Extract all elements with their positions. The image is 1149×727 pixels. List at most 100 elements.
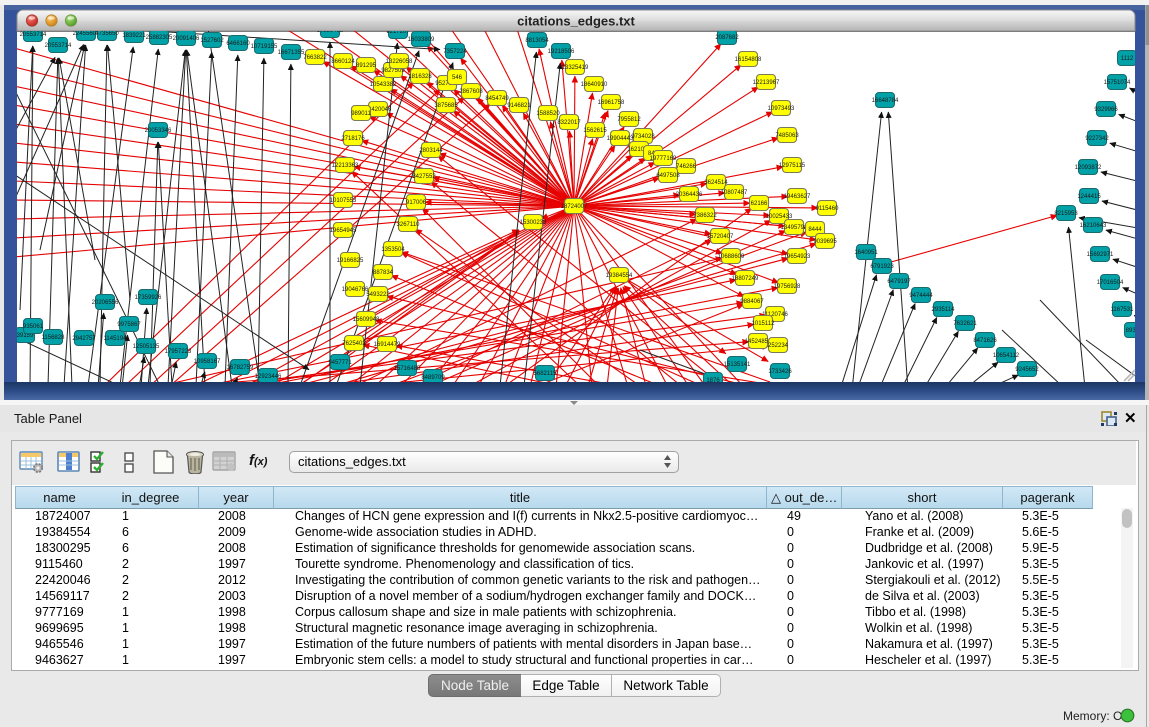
svg-text:9457771: 9457771 <box>328 360 352 366</box>
svg-text:15300233: 15300233 <box>520 220 547 226</box>
svg-text:5682115: 5682115 <box>534 371 558 377</box>
svg-text:12213363: 12213363 <box>332 163 359 169</box>
svg-text:7625402: 7625402 <box>342 341 366 347</box>
svg-text:7663822: 7663822 <box>303 55 327 61</box>
svg-text:19904443: 19904443 <box>607 136 634 142</box>
svg-text:9975867: 9975867 <box>117 322 141 328</box>
svg-text:19756928: 19756928 <box>774 284 801 290</box>
svg-text:9039695: 9039695 <box>813 239 837 245</box>
svg-text:16671355: 16671355 <box>278 50 305 56</box>
svg-text:4735650: 4735650 <box>95 31 119 37</box>
svg-text:5493222: 5493222 <box>366 292 390 298</box>
svg-text:2867608: 2867608 <box>459 89 483 95</box>
svg-text:10107553: 10107553 <box>330 198 357 204</box>
svg-text:12213967: 12213967 <box>753 80 780 86</box>
svg-text:1015112: 1015112 <box>752 321 776 327</box>
svg-text:8427552: 8427552 <box>412 174 436 180</box>
svg-text:9884067: 9884067 <box>740 299 764 305</box>
svg-text:9329966: 9329966 <box>1094 107 1118 113</box>
svg-text:16210643: 16210643 <box>1080 223 1107 229</box>
svg-text:2087682: 2087682 <box>715 35 739 41</box>
svg-text:1244415: 1244415 <box>1077 194 1101 200</box>
svg-text:10543382: 10543382 <box>370 82 397 88</box>
svg-text:3875685: 3875685 <box>434 103 458 109</box>
svg-text:8660124: 8660124 <box>331 59 355 65</box>
svg-text:13226058: 13226058 <box>386 59 413 65</box>
svg-text:15609948: 15609948 <box>353 317 380 323</box>
svg-text:917006: 917006 <box>406 200 427 206</box>
svg-text:9146821: 9146821 <box>507 103 531 109</box>
svg-text:15135141: 15135141 <box>724 362 751 368</box>
svg-text:8215953: 8215953 <box>1054 211 1078 217</box>
svg-text:12505135: 12505135 <box>133 344 160 350</box>
svg-text:7386322: 7386322 <box>693 213 717 219</box>
svg-text:19218506: 19218506 <box>548 49 575 55</box>
svg-text:19384554: 19384554 <box>606 273 633 279</box>
svg-text:10958167: 10958167 <box>194 359 221 365</box>
svg-text:19654945: 19654945 <box>330 228 357 234</box>
svg-text:8454749: 8454749 <box>485 96 509 102</box>
svg-text:8322017: 8322017 <box>557 120 581 126</box>
svg-text:1816328: 1816328 <box>408 74 432 80</box>
svg-text:9474444: 9474444 <box>909 293 933 299</box>
svg-text:20091406: 20091406 <box>173 36 200 42</box>
svg-text:13495798: 13495798 <box>781 225 808 231</box>
svg-text:9734028: 9734028 <box>631 134 655 140</box>
svg-text:17359926: 17359926 <box>135 295 162 301</box>
svg-text:9115460: 9115460 <box>816 206 840 212</box>
svg-text:19463627: 19463627 <box>784 194 811 200</box>
svg-text:252234: 252234 <box>768 343 789 349</box>
svg-text:1112: 1112 <box>1121 56 1134 62</box>
svg-text:19046766: 19046766 <box>342 287 369 293</box>
svg-text:16033809: 16033809 <box>408 37 435 43</box>
svg-text:891295: 891295 <box>356 63 377 69</box>
svg-text:1733426: 1733426 <box>768 369 792 375</box>
svg-text:18724007: 18724007 <box>561 204 588 210</box>
svg-text:12923446: 12923446 <box>255 374 282 380</box>
svg-text:10807487: 10807487 <box>721 190 748 196</box>
svg-text:16961758: 16961758 <box>598 100 625 106</box>
svg-text:2935114: 2935114 <box>932 307 956 313</box>
svg-text:12093872: 12093872 <box>1075 165 1102 171</box>
svg-text:16154808: 16154808 <box>735 57 762 63</box>
svg-text:2718176: 2718176 <box>341 136 365 142</box>
svg-text:1527602: 1527602 <box>200 38 224 44</box>
svg-text:746266: 746266 <box>676 164 697 170</box>
svg-text:19654923: 19654923 <box>784 254 811 260</box>
svg-text:546: 546 <box>452 75 463 81</box>
svg-text:18807249: 18807249 <box>732 276 759 282</box>
svg-text:3624514: 3624514 <box>704 180 728 186</box>
svg-text:20553714: 20553714 <box>45 43 72 49</box>
svg-text:15692971: 15692971 <box>1087 252 1114 258</box>
svg-text:citations_edges.txt: citations_edges.txt <box>517 14 635 29</box>
svg-text:20206556: 20206556 <box>92 300 119 306</box>
svg-text:8489709: 8489709 <box>421 375 445 381</box>
svg-text:19777169: 19777169 <box>650 156 677 162</box>
svg-text:8444: 8444 <box>808 227 822 233</box>
svg-text:3267110: 3267110 <box>397 222 421 228</box>
svg-text:6497508: 6497508 <box>656 173 680 179</box>
svg-text:1640951: 1640951 <box>854 250 878 256</box>
svg-text:7357224: 7357224 <box>443 49 467 55</box>
svg-text:8813054: 8813054 <box>525 38 549 44</box>
svg-text:19166825: 19166825 <box>337 258 364 264</box>
svg-text:1167531: 1167531 <box>1111 307 1135 313</box>
svg-text:935061: 935061 <box>23 324 44 330</box>
svg-text:9245652: 9245652 <box>1015 367 1039 373</box>
svg-text:17016504: 17016504 <box>1097 280 1124 286</box>
svg-text:1839221: 1839221 <box>122 33 146 39</box>
svg-text:1353504: 1353504 <box>381 247 405 253</box>
svg-text:887834: 887834 <box>373 270 394 276</box>
svg-text:15751074: 15751074 <box>1104 80 1131 86</box>
svg-text:6466160: 6466160 <box>226 41 250 47</box>
svg-text:12975115: 12975115 <box>779 163 806 169</box>
svg-text:13325419: 13325419 <box>562 65 589 71</box>
svg-text:10654112: 10654112 <box>993 353 1020 359</box>
svg-text:20553714: 20553714 <box>20 32 47 38</box>
svg-text:1145194: 1145194 <box>104 336 128 342</box>
svg-text:15716485: 15716485 <box>394 366 421 372</box>
svg-text:20053346: 20053346 <box>145 128 172 134</box>
svg-text:2803144: 2803144 <box>419 148 443 154</box>
svg-text:7955812: 7955812 <box>617 117 641 123</box>
svg-text:16914479: 16914479 <box>374 342 401 348</box>
